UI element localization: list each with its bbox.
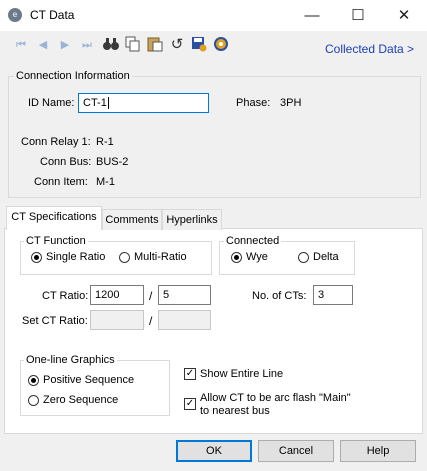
positive-sequence-radio[interactable] <box>28 375 39 386</box>
find-icon[interactable] <box>102 36 120 54</box>
first-icon[interactable]: ⏮ <box>12 36 30 54</box>
undo-icon[interactable]: ↺ <box>168 36 186 54</box>
maximize-button[interactable]: ☐ <box>335 0 381 31</box>
settings-icon[interactable] <box>212 36 230 54</box>
id-name-label: ID Name: <box>28 97 75 109</box>
oneline-graphics-group <box>20 360 170 416</box>
conn-bus-value: BUS-2 <box>96 156 129 168</box>
ct-ratio-slash: / <box>149 289 153 303</box>
conn-relay-label: Conn Relay 1: <box>21 136 91 148</box>
conn-item-label: Conn Item: <box>34 176 88 188</box>
set-ct-ratio-primary-input[interactable] <box>90 310 144 330</box>
conn-bus-label: Conn Bus: <box>40 156 92 168</box>
multi-ratio-label[interactable]: Multi-Ratio <box>134 251 187 263</box>
id-name-value: CT-1 <box>83 97 107 109</box>
delta-label[interactable]: Delta <box>313 251 339 263</box>
phase-label: Phase: <box>236 97 271 109</box>
ct-ratio-secondary-input[interactable]: 5 <box>158 285 211 305</box>
connected-label: Connected <box>224 235 282 247</box>
phase-value: 3PH <box>280 97 302 109</box>
conn-relay-value: R-1 <box>96 136 114 148</box>
ct-ratio-primary-input[interactable]: 1200 <box>90 285 144 305</box>
save-icon[interactable] <box>190 36 208 54</box>
collected-data-link[interactable]: Collected Data > <box>325 42 414 56</box>
prev-icon[interactable]: ◀ <box>34 36 52 54</box>
show-entire-line-checkbox[interactable]: ✓ <box>184 368 196 380</box>
next-icon[interactable]: ▶ <box>56 36 74 54</box>
tab-comments[interactable]: Comments <box>102 209 162 230</box>
wye-radio[interactable] <box>231 252 242 263</box>
cancel-button[interactable]: Cancel <box>258 440 334 462</box>
ok-button[interactable]: OK <box>176 440 252 462</box>
arc-flash-main-checkbox[interactable]: ✓ <box>184 398 196 410</box>
set-ct-ratio-slash: / <box>149 314 153 328</box>
id-name-input[interactable]: CT-1 <box>78 93 209 113</box>
zero-sequence-label[interactable]: Zero Sequence <box>43 394 118 406</box>
ct-ratio-label: CT Ratio: <box>42 290 89 302</box>
single-ratio-label[interactable]: Single Ratio <box>46 251 105 263</box>
tab-hyperlinks[interactable]: Hyperlinks <box>162 209 222 230</box>
conn-item-value: M-1 <box>96 176 115 188</box>
tab-ct-specifications[interactable]: CT Specifications <box>6 206 102 230</box>
multi-ratio-radio[interactable] <box>119 252 130 263</box>
num-cts-input[interactable]: 3 <box>313 285 353 305</box>
close-button[interactable]: ✕ <box>381 0 427 31</box>
show-entire-line-label[interactable]: Show Entire Line <box>200 368 283 380</box>
delta-radio[interactable] <box>298 252 309 263</box>
paste-icon[interactable] <box>146 36 164 54</box>
zero-sequence-radio[interactable] <box>28 395 39 406</box>
window-title: CT Data <box>30 8 75 22</box>
last-icon[interactable]: ⏭ <box>78 36 96 54</box>
num-cts-label: No. of CTs: <box>252 290 307 302</box>
connection-info-label: Connection Information <box>14 70 132 82</box>
app-icon: e <box>8 8 22 22</box>
ct-function-label: CT Function <box>24 235 88 247</box>
set-ct-ratio-label: Set CT Ratio: <box>22 315 88 327</box>
arc-flash-main-label-1[interactable]: Allow CT to be arc flash "Main" <box>200 392 351 404</box>
arc-flash-main-label-2[interactable]: to nearest bus <box>200 405 270 417</box>
positive-sequence-label[interactable]: Positive Sequence <box>43 374 134 386</box>
set-ct-ratio-secondary-input[interactable] <box>158 310 211 330</box>
oneline-graphics-label: One-line Graphics <box>24 354 117 366</box>
wye-label[interactable]: Wye <box>246 251 268 263</box>
copy-icon[interactable] <box>124 36 142 54</box>
minimize-button[interactable]: — <box>289 0 335 31</box>
help-button[interactable]: Help <box>340 440 416 462</box>
single-ratio-radio[interactable] <box>31 252 42 263</box>
